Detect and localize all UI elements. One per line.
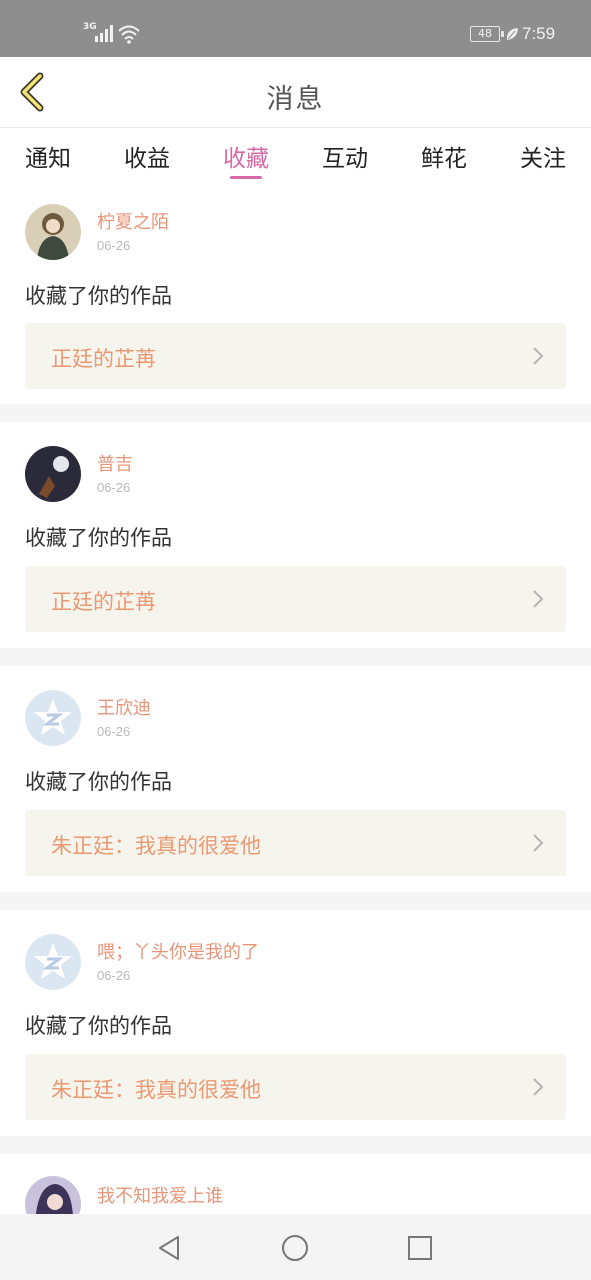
- system-nav-bar: [0, 1214, 591, 1280]
- work-title: 正廷的芷苒: [51, 347, 156, 371]
- recents-square-icon: [408, 1236, 432, 1260]
- clock: 7:59: [522, 24, 556, 43]
- timestamp: 06-26: [97, 724, 131, 739]
- active-tab-indicator: [230, 176, 262, 179]
- divider: [0, 648, 591, 666]
- timestamp: 06-26: [97, 968, 131, 983]
- timestamp: 06-26: [97, 480, 131, 495]
- work-link[interactable]: 朱正廷：我真的很爱他: [25, 810, 566, 876]
- back-triangle-icon: [159, 1236, 179, 1260]
- avatar[interactable]: [25, 1176, 81, 1214]
- avatar[interactable]: [25, 446, 81, 502]
- battery-level: 48: [478, 27, 492, 40]
- action-text: 收藏了你的作品: [25, 1014, 172, 1038]
- nav-home-button[interactable]: [278, 1231, 312, 1265]
- tab-favorites[interactable]: 收藏: [216, 139, 276, 173]
- signal-icon: [95, 25, 113, 42]
- status-bar: 3G 48 7:59: [0, 0, 591, 57]
- tab-following[interactable]: 关注: [513, 139, 573, 173]
- divider: [0, 404, 591, 422]
- divider: [0, 892, 591, 910]
- divider: [0, 1136, 591, 1154]
- tab-interactions[interactable]: 互动: [315, 139, 375, 173]
- chevron-right-icon: [533, 834, 544, 852]
- page-title: 消息: [266, 84, 325, 115]
- username[interactable]: 柠夏之陌: [97, 208, 169, 234]
- work-title: 朱正廷：我真的很爱他: [51, 834, 261, 858]
- timestamp: 06-26: [97, 238, 131, 253]
- chevron-right-icon: [533, 590, 544, 608]
- default-avatar-icon: [25, 934, 81, 990]
- chevron-right-icon: [533, 1078, 544, 1096]
- work-title: 朱正廷：我真的很爱他: [51, 1078, 261, 1102]
- work-link[interactable]: 朱正廷：我真的很爱他: [25, 1054, 566, 1120]
- avatar[interactable]: [25, 204, 81, 260]
- list-item: 王欣迪 06-26 收藏了你的作品 朱正廷：我真的很爱他: [0, 666, 591, 892]
- work-title: 正廷的芷苒: [51, 590, 156, 614]
- tab-earnings[interactable]: 收益: [117, 139, 177, 173]
- work-link[interactable]: 正廷的芷苒: [25, 566, 566, 632]
- list-item: 喂；丫头你是我的了 06-26 收藏了你的作品 朱正廷：我真的很爱他: [0, 910, 591, 1136]
- tab-notifications[interactable]: 通知: [18, 139, 78, 173]
- avatar[interactable]: [25, 934, 81, 990]
- username[interactable]: 我不知我爱上谁: [97, 1182, 223, 1208]
- tab-flowers[interactable]: 鲜花: [414, 139, 474, 173]
- list-item: 柠夏之陌 06-26 收藏了你的作品 正廷的芷苒: [0, 184, 591, 404]
- wifi-icon: [118, 25, 140, 44]
- header: 消息: [0, 57, 591, 128]
- battery-icon: 48: [470, 26, 504, 42]
- avatar-image: [25, 1176, 81, 1214]
- list-item: 普吉 06-26 收藏了你的作品 正廷的芷苒: [0, 422, 591, 648]
- nav-recents-button[interactable]: [403, 1231, 437, 1265]
- home-circle-icon: [282, 1235, 308, 1261]
- leaf-icon: [506, 28, 518, 40]
- avatar[interactable]: [25, 690, 81, 746]
- action-text: 收藏了你的作品: [25, 526, 172, 550]
- action-text: 收藏了你的作品: [25, 770, 172, 794]
- list-item: 我不知我爱上谁: [0, 1154, 591, 1214]
- work-link[interactable]: 正廷的芷苒: [25, 323, 566, 389]
- username[interactable]: 王欣迪: [97, 694, 151, 720]
- username[interactable]: 普吉: [97, 450, 133, 476]
- username[interactable]: 喂；丫头你是我的了: [97, 938, 259, 964]
- avatar-image: [25, 204, 81, 260]
- default-avatar-icon: [25, 690, 81, 746]
- action-text: 收藏了你的作品: [25, 284, 172, 308]
- avatar-image: [25, 446, 81, 502]
- tab-bar: 通知 收益 收藏 互动 鲜花 关注: [0, 129, 591, 184]
- chevron-right-icon: [533, 347, 544, 365]
- nav-back-button[interactable]: [152, 1231, 186, 1265]
